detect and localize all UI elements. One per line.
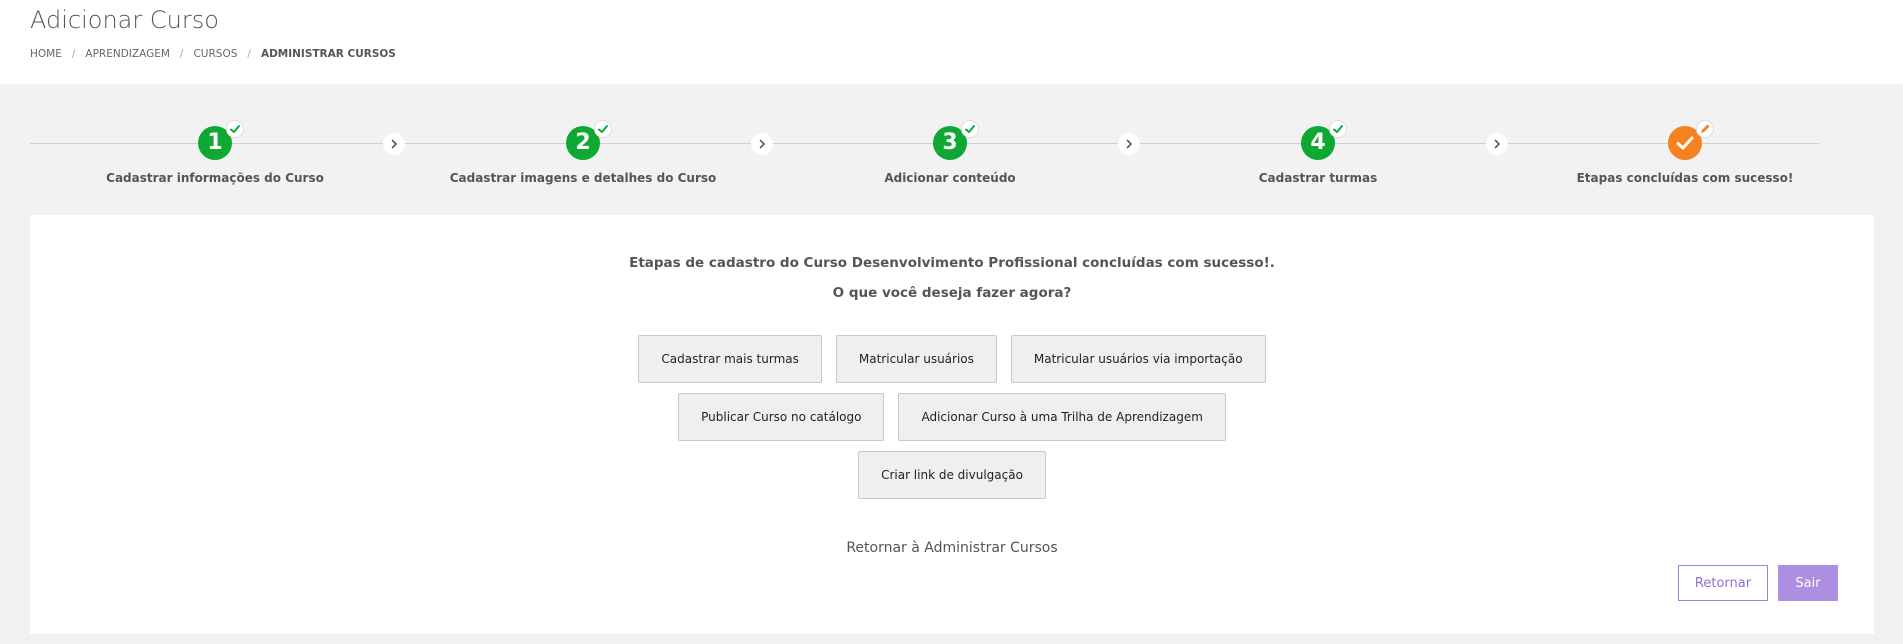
back-button[interactable]: Retornar	[1678, 565, 1768, 601]
step-1[interactable]: 1 Cadastrar informações do Curso	[65, 120, 365, 185]
question-text: O que você deseja fazer agora?	[832, 285, 1072, 301]
page-header: Adicionar Curso HOME / APRENDIZAGEM / CU…	[0, 0, 1903, 84]
actions-row-1: Cadastrar mais turmas Matricular usuário…	[30, 335, 1874, 383]
check-icon	[1676, 136, 1694, 150]
add-to-learning-path-button[interactable]: Adicionar Curso à uma Trilha de Aprendiz…	[898, 393, 1226, 441]
chevron-right-icon	[383, 133, 405, 155]
check-icon	[594, 120, 612, 138]
step-done-circle	[1668, 120, 1714, 160]
breadcrumb-current: ADMINISTRAR CURSOS	[260, 48, 396, 60]
step-number-circle: 3	[933, 120, 979, 160]
progress-stepper: 1 Cadastrar informações do Curso 2 Cadas…	[30, 118, 1819, 198]
step-number-circle: 1	[198, 120, 244, 160]
breadcrumb: HOME / APRENDIZAGEM / CURSOS / ADMINISTR…	[30, 48, 396, 60]
check-icon	[1329, 120, 1347, 138]
step-label: Etapas concluídas com sucesso!	[1576, 171, 1794, 185]
actions-row-3: Criar link de divulgação	[30, 451, 1874, 499]
step-label: Cadastrar turmas	[1258, 171, 1378, 185]
step-number-circle: 4	[1301, 120, 1347, 160]
step-label: Cadastrar informações do Curso	[106, 171, 324, 185]
enroll-users-button[interactable]: Matricular usuários	[835, 335, 997, 383]
register-more-classes-button[interactable]: Cadastrar mais turmas	[638, 335, 822, 383]
enroll-users-import-button[interactable]: Matricular usuários via importação	[1010, 335, 1266, 383]
pencil-icon	[1696, 120, 1714, 138]
success-message: Etapas de cadastro do Curso Desenvolvime…	[629, 255, 1275, 271]
breadcrumb-separator: /	[71, 48, 76, 60]
exit-button[interactable]: Sair	[1778, 565, 1838, 601]
step-2[interactable]: 2 Cadastrar imagens e detalhes do Curso	[433, 120, 733, 185]
step-5[interactable]: Etapas concluídas com sucesso!	[1535, 120, 1835, 185]
step-label: Adicionar conteúdo	[884, 171, 1016, 185]
actions-row-2: Publicar Curso no catálogo Adicionar Cur…	[30, 393, 1874, 441]
check-icon	[961, 120, 979, 138]
breadcrumb-aprendizagem[interactable]: APRENDIZAGEM	[85, 48, 170, 60]
breadcrumb-separator: /	[179, 48, 184, 60]
return-to-admin-link[interactable]: Retornar à Administrar Cursos	[30, 540, 1874, 556]
breadcrumb-cursos[interactable]: CURSOS	[193, 48, 237, 60]
step-number-circle: 2	[566, 120, 612, 160]
step-label: Cadastrar imagens e detalhes do Curso	[449, 171, 717, 185]
chevron-right-icon	[751, 133, 773, 155]
breadcrumb-separator: /	[247, 48, 251, 60]
check-icon	[226, 120, 244, 138]
breadcrumb-home[interactable]: HOME	[30, 48, 62, 60]
publish-catalog-button[interactable]: Publicar Curso no catálogo	[678, 393, 885, 441]
page-title: Adicionar Curso	[30, 6, 219, 34]
step-4[interactable]: 4 Cadastrar turmas	[1168, 120, 1468, 185]
completion-panel: Etapas de cadastro do Curso Desenvolvime…	[30, 215, 1874, 634]
step-3[interactable]: 3 Adicionar conteúdo	[800, 120, 1100, 185]
chevron-right-icon	[1118, 133, 1140, 155]
chevron-right-icon	[1486, 133, 1508, 155]
create-share-link-button[interactable]: Criar link de divulgação	[858, 451, 1046, 499]
